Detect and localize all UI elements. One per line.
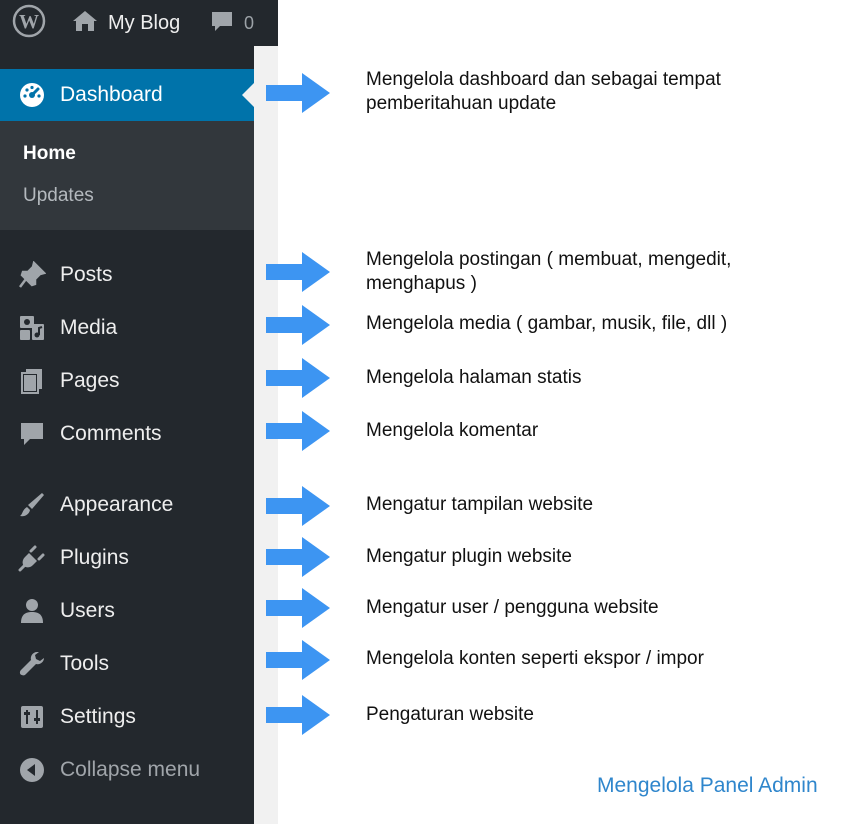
media-icon — [17, 313, 47, 343]
active-indicator — [242, 83, 254, 107]
note-appearance: Mengatur tampilan website — [366, 494, 594, 515]
comment-count: 0 — [244, 12, 255, 33]
note-dashboard: Mengelola dashboard dan sebagai tempat p… — [366, 69, 721, 114]
menu-media-label: Media — [60, 316, 118, 339]
comments-bubble-button[interactable]: 0 — [210, 0, 254, 46]
wordpress-logo-button[interactable]: W — [12, 0, 46, 46]
arrow-icon — [266, 303, 332, 347]
pages-icon — [17, 366, 47, 396]
arrow-icon — [266, 535, 332, 579]
admin-bar: W My Blog 0 — [0, 0, 278, 46]
collapse-arrow-icon — [17, 755, 47, 785]
menu-tools[interactable]: Tools — [0, 639, 254, 689]
menu-appearance-label: Appearance — [60, 493, 174, 516]
menu-posts[interactable]: Posts — [0, 250, 254, 300]
arrow-icon — [266, 638, 332, 682]
menu-pages[interactable]: Pages — [0, 356, 254, 406]
menu-comments[interactable]: Comments — [0, 409, 254, 459]
note-comments: Mengelola komentar — [366, 420, 539, 441]
footer-title: Mengelola Panel Admin — [597, 774, 818, 797]
menu-dashboard-label: Dashboard — [60, 83, 163, 106]
comment-icon — [17, 419, 47, 449]
menu-posts-label: Posts — [60, 263, 113, 286]
note-plugins: Mengatur plugin website — [366, 546, 572, 567]
note-media: Mengelola media ( gambar, musik, file, d… — [366, 313, 728, 334]
dashboard-gauge-icon — [17, 80, 47, 110]
menu-plugins[interactable]: Plugins — [0, 533, 254, 583]
menu-media[interactable]: Media — [0, 303, 254, 353]
collapse-menu-button[interactable]: Collapse menu — [0, 745, 254, 795]
menu-users-label: Users — [60, 599, 115, 622]
comment-bubble-icon — [210, 9, 234, 38]
svg-text:W: W — [19, 11, 39, 33]
arrow-icon — [266, 250, 332, 294]
site-home-link[interactable]: My Blog — [72, 0, 180, 46]
collapse-menu-label: Collapse menu — [60, 758, 201, 781]
plug-icon — [17, 543, 47, 573]
submenu-updates[interactable]: Updates — [23, 185, 94, 207]
arrow-icon — [266, 586, 332, 630]
menu-pages-label: Pages — [60, 369, 120, 392]
menu-comments-label: Comments — [60, 422, 162, 445]
arrow-icon — [266, 71, 332, 115]
site-name: My Blog — [108, 11, 181, 34]
paintbrush-icon — [17, 490, 47, 520]
menu-dashboard[interactable]: Dashboard — [0, 69, 254, 121]
note-posts: Mengelola postingan ( membuat, mengedit,… — [366, 249, 732, 294]
arrow-icon — [266, 484, 332, 528]
sliders-icon — [17, 702, 47, 732]
menu-plugins-label: Plugins — [60, 546, 129, 569]
menu-settings[interactable]: Settings — [0, 692, 254, 742]
wrench-icon — [17, 649, 47, 679]
user-icon — [17, 596, 47, 626]
note-users: Mengatur user / pengguna website — [366, 597, 659, 618]
menu-tools-label: Tools — [60, 652, 110, 675]
menu-appearance[interactable]: Appearance — [0, 480, 254, 530]
home-icon — [72, 9, 98, 38]
pin-icon — [17, 260, 47, 290]
dashboard-submenu: Home Updates — [0, 121, 254, 230]
arrow-icon — [266, 409, 332, 453]
menu-users[interactable]: Users — [0, 586, 254, 636]
note-settings: Pengaturan website — [366, 704, 534, 725]
note-tools: Mengelola konten seperti ekspor / impor — [366, 648, 704, 669]
submenu-home[interactable]: Home — [23, 143, 76, 165]
arrow-icon — [266, 693, 332, 737]
arrow-icon — [266, 356, 332, 400]
note-pages: Mengelola halaman statis — [366, 367, 582, 388]
menu-settings-label: Settings — [60, 705, 136, 728]
wordpress-icon: W — [12, 4, 46, 43]
